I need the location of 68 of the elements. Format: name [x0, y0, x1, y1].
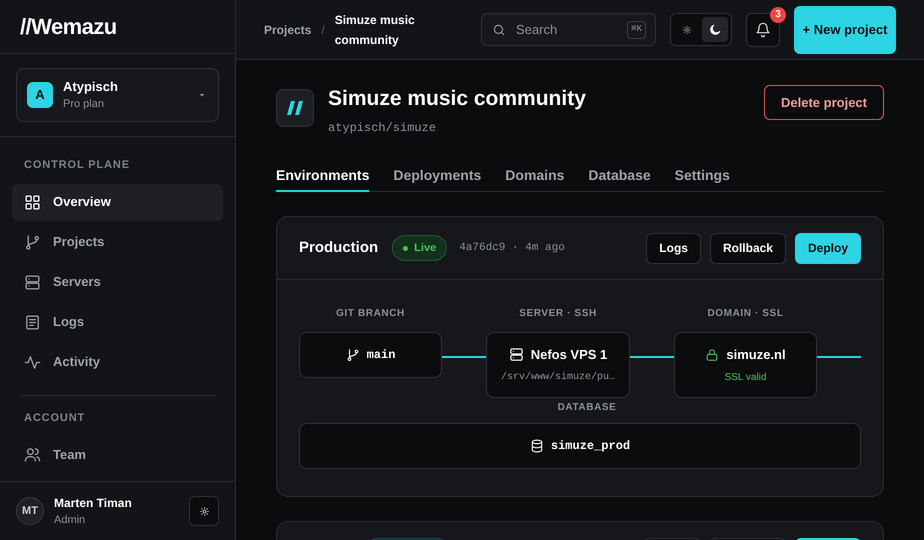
section-heading: ACCOUNT: [23, 410, 86, 426]
domain-name: simuze.nl: [726, 346, 786, 364]
action-button[interactable]: Logs: [646, 232, 701, 264]
branch-node: main: [299, 332, 442, 378]
sun-icon: [682, 24, 692, 34]
breadcrumb-link[interactable]: Projects: [264, 20, 312, 38]
connector-line: [442, 356, 486, 358]
user-role: Admin: [54, 513, 86, 528]
dark-mode-button[interactable]: [702, 17, 728, 42]
new-project-button[interactable]: + New project: [794, 6, 896, 54]
users-icon: [24, 446, 41, 463]
shortcut-hint: ⌘K: [627, 21, 646, 38]
moon-icon: [708, 22, 722, 36]
branch-icon: [346, 348, 360, 362]
plan-label: Pro plan: [63, 97, 105, 112]
project-slug: atypisch/simuze: [328, 120, 438, 137]
search-icon: [492, 23, 506, 37]
deploy-button[interactable]: Deploy: [794, 232, 861, 264]
notification-badge: 3: [770, 6, 786, 22]
node-label: SERVER · SSH: [518, 307, 598, 321]
user-avatar: MT: [16, 497, 44, 525]
tab[interactable]: Environments: [276, 161, 370, 192]
action-button[interactable]: Rollback: [710, 232, 786, 264]
sun-icon: [198, 506, 210, 516]
connector-line: [817, 356, 861, 358]
server-icon: [508, 347, 524, 362]
server-name: Nefos VPS 1: [530, 346, 608, 364]
nav-item[interactable]: Team: [12, 436, 223, 473]
nav-item[interactable]: Projects: [12, 224, 223, 260]
project-logo-icon: [276, 89, 314, 127]
node-label: GIT BRANCH: [335, 307, 406, 321]
workspace-avatar: A: [27, 82, 53, 108]
node-label: DOMAIN · SSL: [706, 307, 785, 321]
delete-project-button[interactable]: Delete project: [764, 85, 884, 120]
database-icon: [530, 439, 544, 453]
commit-info: 4a76dc9 · 4m ago: [459, 240, 566, 256]
environment-name: Production: [299, 238, 378, 258]
tab[interactable]: Settings: [674, 161, 730, 192]
database-node: simuze_prod: [299, 423, 861, 469]
lock-icon: [705, 348, 720, 362]
theme-button[interactable]: [189, 496, 219, 526]
tab[interactable]: Database: [588, 161, 651, 192]
nav-item[interactable]: Logs: [12, 304, 223, 340]
branch-icon: [24, 234, 41, 250]
server-icon: [24, 274, 41, 290]
node-label: DATABASE: [556, 401, 618, 415]
breadcrumb-separator: /: [321, 22, 325, 38]
nav-item[interactable]: Servers: [12, 264, 223, 300]
pulse-icon: [24, 354, 41, 370]
nav-item[interactable]: Activity: [12, 344, 223, 380]
connector-line: [630, 356, 674, 358]
tab[interactable]: Domains: [505, 161, 564, 192]
server-path: /srv/www/simuze/pu…: [500, 370, 616, 386]
ssl-status: SSL valid: [724, 371, 766, 386]
grid-icon: [24, 194, 41, 210]
project-title: Simuze music community: [328, 87, 587, 111]
theme-toggle[interactable]: [670, 13, 732, 46]
workspace-name: Atypisch: [63, 78, 119, 96]
document-icon: [24, 314, 41, 330]
section-heading: CONTROL PLANE: [23, 158, 131, 173]
tab[interactable]: Deployments: [393, 161, 482, 192]
nav-item[interactable]: Overview: [12, 184, 223, 220]
user-name: Marten Timan: [54, 495, 133, 512]
brand-logo: //Wemazu: [20, 13, 117, 41]
breadcrumb-current: Simuze music community: [334, 12, 416, 48]
bell-icon: [755, 22, 771, 38]
workspace-switcher[interactable]: A Atypisch Pro plan: [16, 68, 219, 122]
status-badge: Live: [392, 235, 448, 261]
